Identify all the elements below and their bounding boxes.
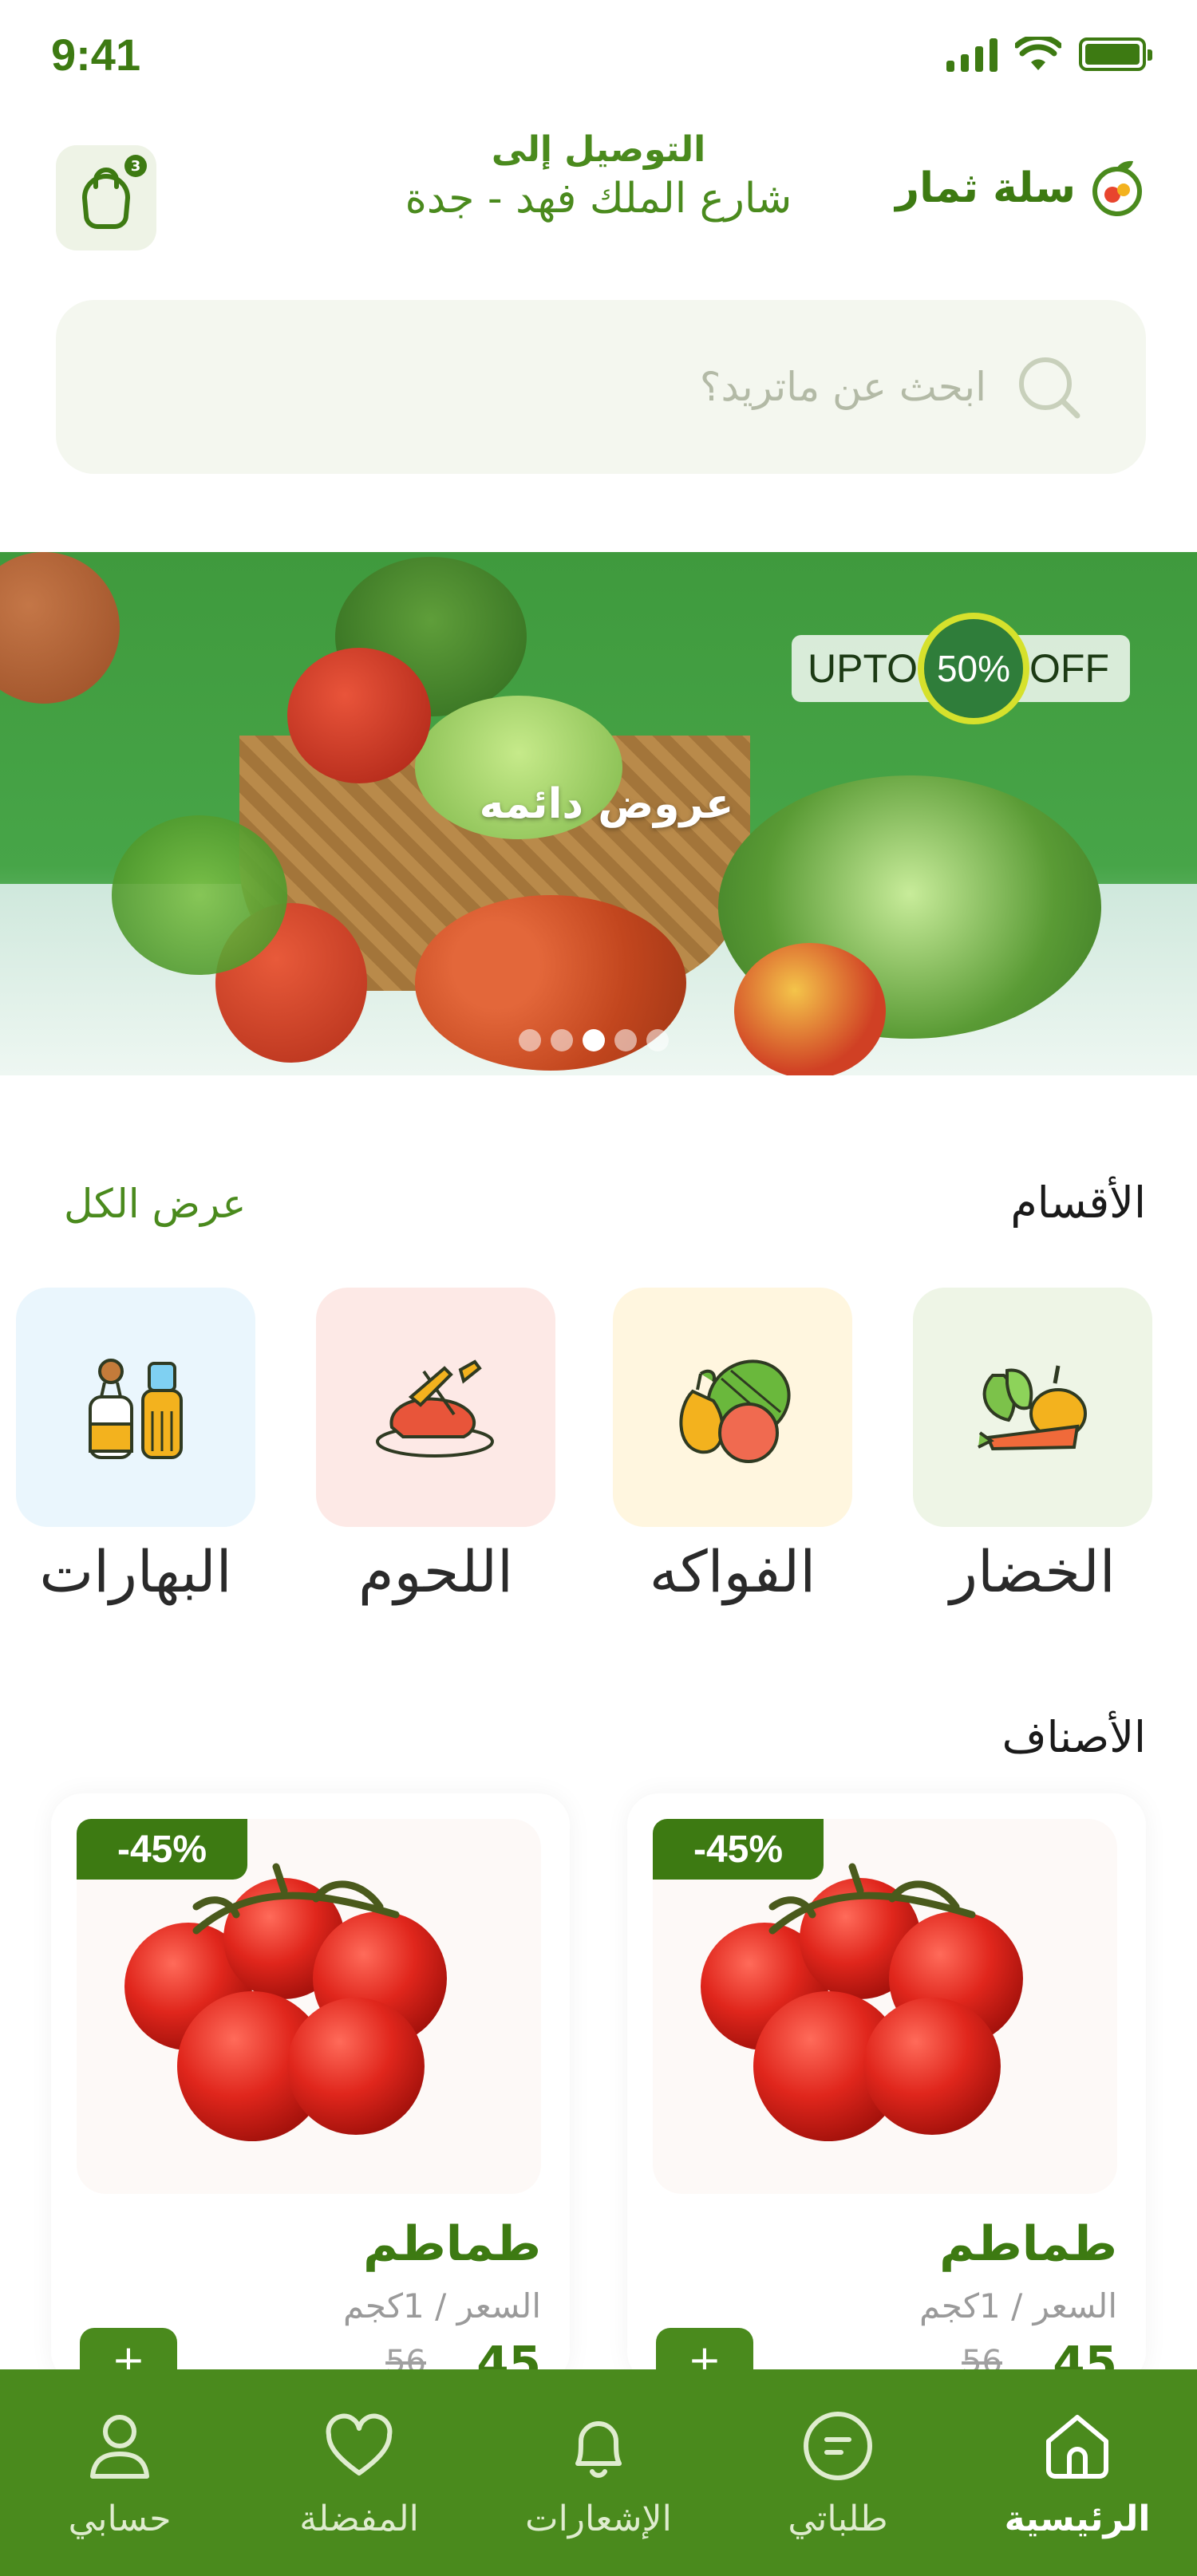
- nav-item-notifications[interactable]: الإشعارات: [495, 2408, 702, 2539]
- home-icon: [1046, 2415, 1108, 2479]
- status-icons: [946, 37, 1152, 72]
- category-label: البهارات: [39, 1538, 232, 1605]
- delivery-label: التوصيل إلى: [491, 129, 706, 170]
- carousel-dot-active[interactable]: [583, 1029, 605, 1051]
- category-fruits[interactable]: الفواكه: [613, 1288, 852, 1605]
- category-meat[interactable]: اللحوم: [316, 1288, 555, 1605]
- category-label: الخضار: [950, 1538, 1116, 1605]
- promo-suffix: OFF: [1029, 646, 1109, 691]
- products-list: -45% طماطم السعر / 1كجم + 45 56 -45% طما…: [0, 1793, 1197, 2400]
- tomato-decoration: [0, 552, 120, 704]
- status-bar: 9:41: [0, 0, 1197, 112]
- brand: سلة ثمار: [895, 156, 1149, 220]
- product-name: طماطم: [939, 2216, 1117, 2272]
- category-label: اللحوم: [358, 1538, 514, 1605]
- user-icon: [90, 2415, 149, 2479]
- category-tile: [316, 1288, 555, 1527]
- banner-title: عروض دائمه: [479, 780, 734, 828]
- bell-icon: [575, 2421, 622, 2478]
- delivery-location[interactable]: التوصيل إلى شارع الملك فهد - جدة: [343, 129, 854, 223]
- product-card[interactable]: -45% طماطم السعر / 1كجم + 45 56: [51, 1793, 570, 2400]
- herb-decoration: [112, 815, 287, 975]
- carousel-dot[interactable]: [519, 1029, 541, 1051]
- search-icon: [1019, 357, 1080, 419]
- carousel-dot[interactable]: [551, 1029, 573, 1051]
- pepper-decoration: [287, 648, 431, 783]
- product-card[interactable]: -45% طماطم السعر / 1كجم + 45 56: [627, 1793, 1146, 2400]
- nav-item-home[interactable]: الرئيسية: [974, 2408, 1181, 2539]
- brand-logo-icon: [1092, 160, 1142, 216]
- product-name: طماطم: [363, 2216, 541, 2272]
- brand-name: سلة ثمار: [895, 164, 1076, 212]
- vegetables-icon: [978, 1365, 1087, 1451]
- search-input[interactable]: [428, 364, 986, 410]
- shopping-bag-icon: [81, 168, 131, 229]
- spices-icon: [89, 1359, 183, 1459]
- products-title: الأصناف: [1001, 1712, 1146, 1762]
- bottom-nav: الرئيسية طلباتي الإشعارات المفضلة حسابي: [0, 2369, 1197, 2576]
- nav-item-orders[interactable]: طلباتي: [734, 2408, 942, 2539]
- category-label: الفواكه: [649, 1538, 816, 1605]
- carousel-dot[interactable]: [614, 1029, 637, 1051]
- signal-icon: [946, 37, 998, 72]
- cart-button[interactable]: 3: [56, 145, 156, 250]
- categories-list: الخضار الفواكه اللحوم البهارات: [0, 1288, 1197, 1623]
- carousel-dot[interactable]: [646, 1029, 669, 1051]
- carousel-dots: [519, 1029, 669, 1051]
- category-tile: [16, 1288, 255, 1527]
- nav-item-favorites[interactable]: المفضلة: [255, 2408, 463, 2539]
- discount-badge: -45%: [77, 1819, 247, 1880]
- product-unit: السعر / 1كجم: [342, 2286, 541, 2326]
- promo-banner[interactable]: UPTO OFF 50% عروض دائمه: [0, 552, 1197, 1075]
- view-all-link[interactable]: عرض الكل: [64, 1181, 246, 1227]
- apple-decoration: [734, 943, 886, 1075]
- nav-label: المفضلة: [299, 2499, 419, 2539]
- nav-label: حسابي: [68, 2499, 172, 2539]
- header: 3 التوصيل إلى شارع الملك فهد - جدة سلة ث…: [0, 120, 1197, 263]
- nav-label: الرئيسية: [1004, 2499, 1151, 2539]
- heart-icon: [326, 2413, 393, 2475]
- fruits-icon: [679, 1359, 791, 1463]
- category-tile: [913, 1288, 1152, 1527]
- nav-item-account[interactable]: حسابي: [16, 2408, 223, 2539]
- categories-title: الأقسام: [1010, 1178, 1146, 1228]
- wifi-icon: [1015, 37, 1061, 70]
- discount-badge: -45%: [653, 1819, 824, 1880]
- search-bar[interactable]: [56, 300, 1146, 474]
- battery-icon: [1079, 37, 1152, 71]
- promo-prefix: UPTO: [808, 646, 918, 691]
- nav-label: طلباتي: [788, 2499, 888, 2539]
- category-spices[interactable]: البهارات: [16, 1288, 255, 1605]
- cart-badge: 3: [124, 155, 147, 177]
- delivery-address: شارع الملك فهد - جدة: [405, 175, 792, 223]
- meat-icon: [376, 1359, 494, 1458]
- product-unit: السعر / 1كجم: [918, 2286, 1117, 2326]
- promo-value: 50%: [918, 613, 1029, 724]
- category-tile: [613, 1288, 852, 1527]
- category-vegetables[interactable]: الخضار: [913, 1288, 1152, 1605]
- status-time: 9:41: [51, 30, 141, 80]
- nav-label: الإشعارات: [525, 2499, 672, 2539]
- orders-icon: [804, 2412, 872, 2480]
